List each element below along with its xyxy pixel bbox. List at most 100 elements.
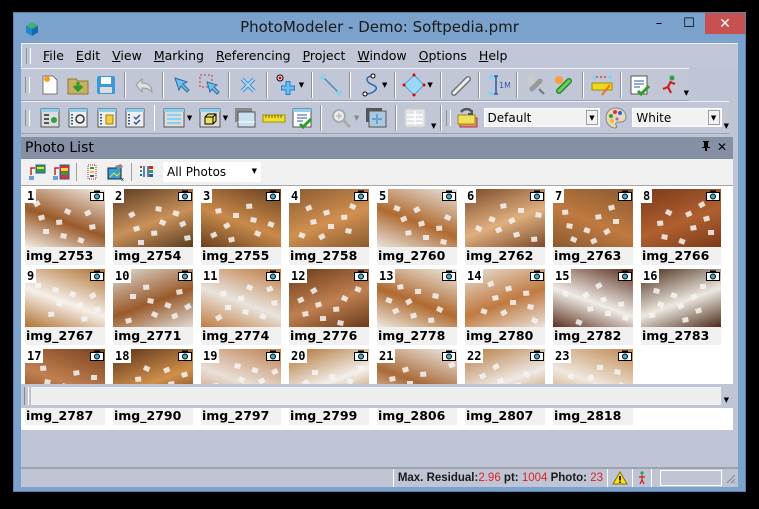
- photo-filter-arrow[interactable]: ▼: [252, 167, 257, 175]
- photo-name: img_2797: [201, 407, 281, 425]
- scale-distance-button[interactable]: 1M: [486, 71, 510, 98]
- photo-table-button[interactable]: [38, 104, 62, 131]
- open-project-button[interactable]: [66, 71, 90, 98]
- select-mode-button[interactable]: [170, 71, 194, 98]
- photo-thumbnail[interactable]: 15 img_2782: [553, 269, 633, 345]
- photo-view-button[interactable]: [233, 104, 257, 131]
- cascade-windows-button[interactable]: [364, 104, 388, 131]
- minimize-button[interactable]: –: [645, 13, 673, 34]
- photo-filter-dropdown[interactable]: All Photos ▼: [163, 162, 261, 182]
- save-project-button[interactable]: [94, 71, 118, 98]
- report-check-icon: [292, 108, 313, 129]
- photo-thumbnail[interactable]: 16 img_2783: [641, 269, 721, 345]
- photo-list-header: Photo List ✕: [21, 137, 733, 159]
- menu-item-options[interactable]: Options: [413, 48, 473, 63]
- menu-item-view[interactable]: View: [106, 48, 148, 63]
- photo-inspect-button[interactable]: [66, 104, 90, 131]
- photo-thumbnail[interactable]: 9 img_2767: [25, 269, 105, 345]
- menu-item-help[interactable]: Help: [473, 48, 514, 63]
- delete-button[interactable]: [236, 71, 260, 98]
- photo-thumbnail[interactable]: 6 img_2762: [465, 189, 545, 265]
- layout-grid-button[interactable]: [403, 104, 427, 131]
- zoom-button[interactable]: [328, 104, 352, 131]
- palette-button[interactable]: [604, 104, 628, 131]
- pin-icon[interactable]: [701, 140, 711, 154]
- toolbar-grip[interactable]: [446, 109, 452, 126]
- menu-item-window[interactable]: Window: [351, 48, 412, 63]
- quality-report-button[interactable]: [290, 104, 314, 131]
- panel-close-icon[interactable]: ✕: [717, 140, 727, 154]
- menu-label: eferencing: [224, 48, 291, 63]
- photo-thumbnail[interactable]: 14 img_2780: [465, 269, 545, 345]
- photo-thumbnail[interactable]: 10 img_2771: [113, 269, 193, 345]
- menu-item-referencing[interactable]: Referencing: [210, 48, 297, 63]
- surface-tool-button[interactable]: [402, 71, 426, 98]
- undo-button[interactable]: [132, 71, 156, 98]
- warning-indicator[interactable]: [607, 469, 632, 487]
- layer-combo[interactable]: Default ▼: [483, 108, 600, 127]
- check-list-button[interactable]: [123, 104, 147, 131]
- new-project-button[interactable]: [38, 71, 62, 98]
- close-button[interactable]: ✕: [705, 13, 745, 34]
- photo-thumbnail[interactable]: 7 img_2763: [553, 189, 633, 265]
- remove-photo-button[interactable]: x: [106, 162, 126, 182]
- photo-thumbnail[interactable]: 12 img_2776: [289, 269, 369, 345]
- menu-item-project[interactable]: Project: [297, 48, 352, 63]
- 3d-view-dropdown-arrow[interactable]: ▼: [223, 114, 228, 122]
- person-indicator[interactable]: [632, 469, 651, 487]
- menubar-grip[interactable]: [26, 47, 31, 64]
- resize-grip-icon[interactable]: [724, 472, 736, 484]
- color-combo[interactable]: White ▼: [632, 108, 722, 127]
- toolbar-overflow-arrow[interactable]: ▼: [684, 89, 689, 97]
- menu-item-marking[interactable]: Marking: [148, 48, 210, 63]
- toolbar-grip[interactable]: [25, 109, 30, 126]
- surface-dropdown-arrow[interactable]: ▼: [427, 81, 432, 89]
- menu-label: ile: [49, 48, 64, 63]
- photo-thumbnail[interactable]: 4 img_2758: [289, 189, 369, 265]
- layer-combo-arrow[interactable]: ▼: [585, 110, 598, 125]
- toolbar-overflow-arrow[interactable]: ▼: [724, 396, 729, 404]
- photo-name: img_2782: [553, 327, 633, 345]
- toolbar-overflow-arrow[interactable]: ▼: [724, 122, 729, 130]
- curve-dropdown-arrow[interactable]: ▼: [382, 81, 387, 89]
- photo-thumbnail[interactable]: 8 img_2766: [641, 189, 721, 265]
- photo-thumbnail[interactable]: 13 img_2778: [377, 269, 457, 345]
- add-point-dropdown-arrow[interactable]: ▼: [299, 81, 304, 89]
- toolbar-grip[interactable]: [25, 76, 30, 93]
- marquee-select-button[interactable]: [198, 71, 222, 98]
- auto-reference-button[interactable]: [552, 71, 576, 98]
- add-point-button[interactable]: [274, 71, 298, 98]
- reference-mode-button[interactable]: [524, 71, 548, 98]
- ruler-button[interactable]: [262, 104, 286, 131]
- photo-list-toolbar: x All Photos ▼: [21, 159, 733, 186]
- menu-item-edit[interactable]: Edit: [70, 48, 106, 63]
- process-button[interactable]: [656, 71, 680, 98]
- color-combo-arrow[interactable]: ▼: [707, 110, 720, 125]
- toolbar-grip[interactable]: [24, 387, 29, 405]
- title-bar[interactable]: PhotoModeler - Demo: Softpedia.pmr – ☐ ✕: [14, 13, 745, 43]
- photo-sets-button[interactable]: [95, 104, 119, 131]
- toolbar-separator: [477, 71, 480, 98]
- curve-tool-button[interactable]: [357, 71, 381, 98]
- photo-thumbnail[interactable]: 2 img_2754: [113, 189, 193, 265]
- photo-thumbnail[interactable]: 5 img_2760: [377, 189, 457, 265]
- photo-thumbnail[interactable]: 1 img_2753: [25, 189, 105, 265]
- photo-thumbnail[interactable]: 3 img_2755: [201, 189, 281, 265]
- photo-thumbnail[interactable]: 11 img_2774: [201, 269, 281, 345]
- filter-icon-button[interactable]: [137, 162, 157, 182]
- layers-button[interactable]: [455, 104, 479, 131]
- project-status-button[interactable]: [628, 71, 652, 98]
- photo-strip-button[interactable]: [82, 162, 102, 182]
- 3d-view-button[interactable]: [197, 104, 221, 131]
- zoom-dropdown-arrow[interactable]: ▼: [354, 114, 359, 122]
- scale-ruler-button[interactable]: [590, 71, 614, 98]
- line-tool-button[interactable]: [319, 71, 343, 98]
- add-photos-button[interactable]: [27, 162, 47, 182]
- maximize-button[interactable]: ☐: [675, 13, 703, 34]
- table-view-button[interactable]: [161, 104, 185, 131]
- add-photos-options-button[interactable]: [51, 162, 71, 182]
- toolbar-overflow-arrow[interactable]: ▼: [431, 122, 436, 130]
- menu-item-file[interactable]: File: [37, 48, 70, 63]
- edge-tool-button[interactable]: [448, 71, 472, 98]
- table-view-dropdown-arrow[interactable]: ▼: [187, 114, 192, 122]
